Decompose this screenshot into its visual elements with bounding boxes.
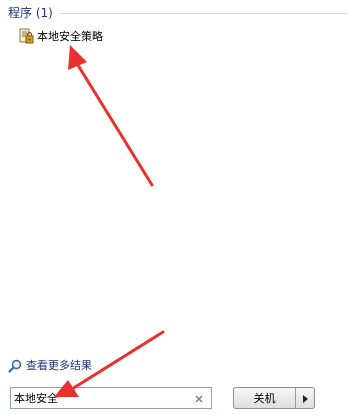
- result-item-local-security-policy[interactable]: 本地安全策略: [18, 26, 107, 46]
- shutdown-button-group: 关机: [233, 387, 315, 409]
- result-item-label: 本地安全策略: [37, 30, 103, 43]
- search-icon: [8, 358, 22, 373]
- triangle-right-icon: [301, 389, 309, 408]
- annotation-arrows: [54, 45, 165, 397]
- start-menu-search-panel: 程序 (1) 本地安全策略 查看更多结果 本地安全 关机: [0, 0, 356, 415]
- programs-section-title: 程序 (1): [8, 5, 53, 20]
- shutdown-button[interactable]: 关机: [234, 388, 296, 408]
- search-input[interactable]: [11, 389, 192, 407]
- see-more-label: 查看更多结果: [26, 359, 92, 372]
- shutdown-options-button[interactable]: [296, 388, 314, 408]
- security-policy-icon: [18, 28, 34, 44]
- annotation-arrow-top: [68, 45, 154, 187]
- section-divider: [58, 12, 348, 14]
- start-search-box[interactable]: [10, 387, 212, 409]
- programs-section-header: 程序 (1): [8, 3, 348, 21]
- see-more-results-link[interactable]: 查看更多结果: [8, 356, 92, 374]
- close-icon[interactable]: [192, 391, 206, 405]
